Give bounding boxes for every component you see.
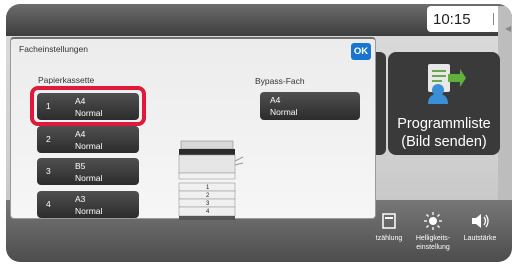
program-list-label: Programmliste (Bild senden) [397, 116, 491, 150]
tray-paper-type: Normal [75, 206, 103, 216]
printer-tray-number: 4 [206, 209, 210, 215]
tray-number: 4 [46, 199, 51, 209]
tray-settings-dialog: Facheinstellungen OK Papierkassette Bypa… [10, 37, 376, 220]
bypass-paper-size: A4 [270, 95, 281, 105]
tray-paper-size: A3 [75, 194, 86, 204]
clock-box: 10:15 [427, 6, 507, 32]
paper-tray-heading: Papierkassette [38, 75, 95, 84]
counter-icon [382, 213, 396, 229]
tray-paper-type: Normal [75, 141, 103, 151]
volume-label: Lautstärke [463, 235, 497, 242]
bypass-tray-button[interactable]: A4 Normal [260, 92, 360, 120]
speaker-icon [472, 214, 489, 228]
clock-time: 10:15 [433, 11, 471, 28]
clock-separator [493, 13, 494, 25]
bypass-paper-type: Normal [270, 107, 298, 117]
printer-tray-number: 2 [206, 193, 210, 199]
dialog-title: Facheinstellungen [19, 44, 88, 54]
screen-frame: 10:15 ◀ Programmliste (Bild senden) tzäh… [0, 0, 518, 266]
tray-number: 2 [46, 134, 51, 144]
tray-number: 3 [46, 166, 51, 176]
program-list-icon [428, 64, 466, 104]
tray-4-button[interactable]: 4 A3 Normal [37, 191, 139, 218]
counter-label: tzählung [375, 235, 403, 242]
tray-1-highlight-frame [30, 86, 146, 126]
tray-paper-type: Normal [75, 173, 103, 183]
tray-paper-size: B5 [75, 161, 86, 171]
volume-button[interactable]: Lautstärke [458, 212, 502, 243]
tray-paper-size: A4 [75, 129, 86, 139]
tray-3-button[interactable]: 3 B5 Normal [37, 158, 139, 185]
bypass-tray-heading: Bypass-Fach [255, 76, 305, 86]
printer-illustration [178, 140, 244, 220]
ok-button[interactable]: OK [351, 43, 371, 60]
printer-tray-number: 3 [206, 201, 210, 207]
device-screen: 10:15 ◀ Programmliste (Bild senden) tzäh… [6, 4, 512, 262]
brightness-label: Helligkeits- einstellung [415, 235, 451, 251]
program-list-tile[interactable]: Programmliste (Bild senden) [388, 52, 500, 155]
tray-2-button[interactable]: 2 A4 Normal [37, 126, 139, 153]
brightness-icon [424, 212, 442, 230]
brightness-button[interactable]: Helligkeits- einstellung [410, 212, 456, 252]
side-arrow-icon[interactable]: ◀ [505, 24, 511, 33]
printer-tray-number: 1 [206, 185, 210, 191]
